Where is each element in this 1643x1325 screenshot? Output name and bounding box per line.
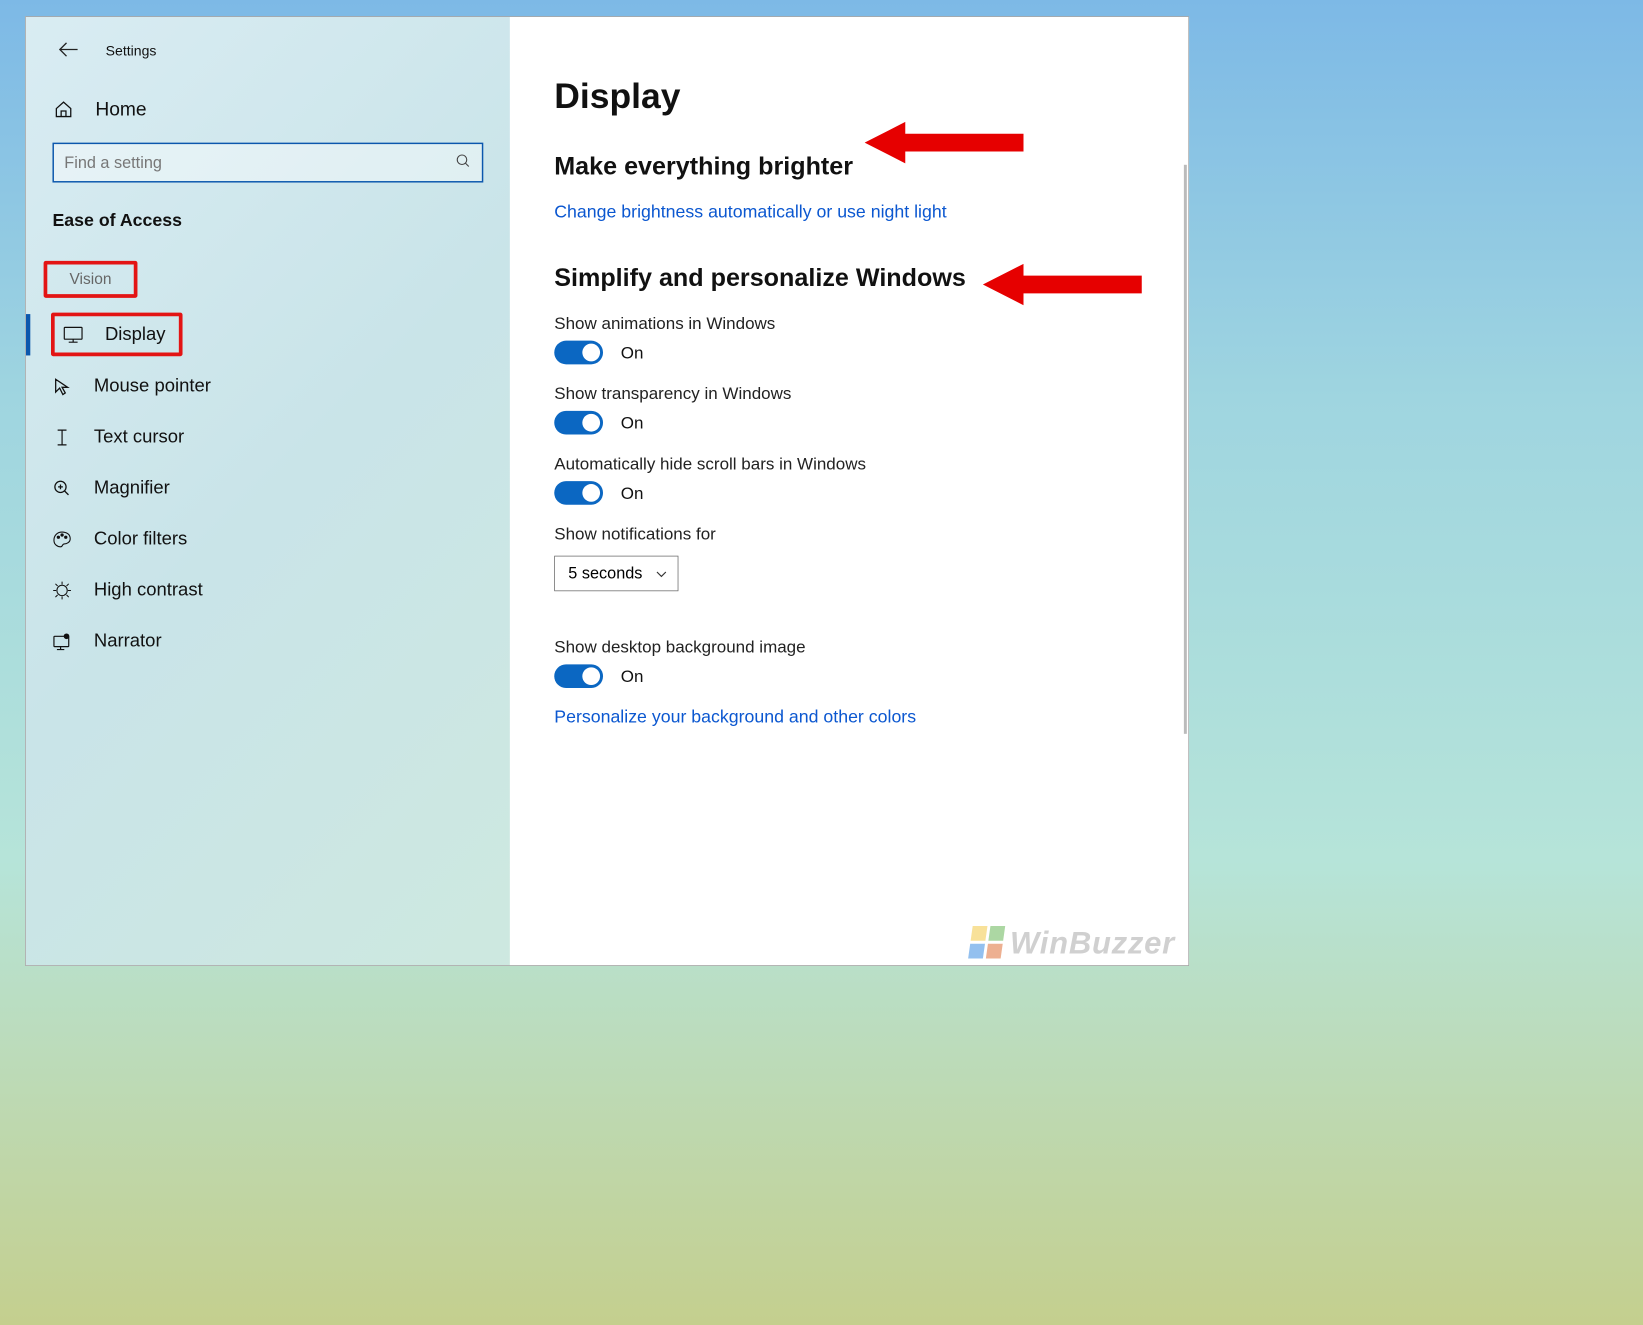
watermark-logo-icon (968, 926, 1007, 960)
watermark-text: WinBuzzer (1010, 925, 1175, 960)
sidebar-item-narrator[interactable]: Narrator (26, 616, 510, 667)
settings-group-title: Ease of Access (26, 205, 510, 261)
back-arrow-icon (57, 41, 79, 59)
section-brightness-heading: Make everything brighter (554, 152, 1144, 181)
toggle-state: On (621, 666, 644, 686)
narrator-icon (51, 631, 73, 650)
select-value: 5 seconds (568, 564, 642, 583)
label-hide-scrollbars: Automatically hide scroll bars in Window… (554, 454, 1144, 474)
sidebar-item-label: High contrast (94, 579, 488, 600)
sidebar-item-text-cursor[interactable]: Text cursor (26, 412, 510, 463)
link-personalize-colors[interactable]: Personalize your background and other co… (554, 707, 1144, 728)
toggle-show-transparency[interactable] (554, 411, 603, 435)
magnifier-icon (51, 479, 73, 498)
search-input-wrapper[interactable] (52, 143, 483, 183)
label-desktop-bg: Show desktop background image (554, 637, 1144, 657)
select-notification-duration[interactable]: 5 seconds (554, 556, 678, 591)
back-button[interactable] (57, 41, 79, 62)
toggle-state: On (621, 413, 644, 433)
sidebar-item-high-contrast[interactable]: High contrast (26, 565, 510, 616)
toggle-desktop-bg[interactable] (554, 664, 603, 688)
toggle-state: On (621, 483, 644, 503)
watermark: WinBuzzer (970, 925, 1175, 960)
text-cursor-icon (51, 427, 73, 448)
search-icon (455, 153, 471, 173)
toggle-hide-scrollbars[interactable] (554, 481, 603, 505)
home-icon (52, 99, 74, 118)
contrast-icon (51, 580, 73, 601)
palette-icon (51, 529, 73, 548)
page-title: Display (554, 76, 1144, 117)
annotation-arrow (983, 255, 1146, 318)
sidebar-item-label: Narrator (94, 630, 488, 651)
home-label: Home (95, 98, 146, 121)
toggle-state: On (621, 343, 644, 363)
label-notifications-for: Show notifications for (554, 524, 1144, 544)
scrollbar[interactable] (1184, 165, 1187, 734)
home-nav[interactable]: Home (26, 87, 510, 139)
sidebar-item-mouse-pointer[interactable]: Mouse pointer (26, 361, 510, 412)
monitor-icon (62, 325, 84, 344)
sidebar-item-label: Magnifier (94, 477, 488, 498)
sidebar-item-display[interactable]: Display (26, 308, 510, 360)
annotation-arrow (865, 113, 1028, 176)
sidebar-item-label: Text cursor (94, 426, 488, 447)
search-input[interactable] (64, 153, 455, 172)
sidebar-item-magnifier[interactable]: Magnifier (26, 463, 510, 514)
chevron-down-icon (656, 564, 668, 583)
sidebar-item-label: Color filters (94, 528, 488, 549)
settings-window: Settings Home Ease of Access Vision (25, 16, 1189, 966)
mouse-icon (51, 377, 73, 396)
sidebar-item-color-filters[interactable]: Color filters (26, 514, 510, 565)
window-title: Settings (106, 43, 157, 59)
toggle-show-animations[interactable] (554, 341, 603, 365)
category-vision: Vision (44, 261, 138, 298)
label-show-transparency: Show transparency in Windows (554, 384, 1144, 404)
link-brightness-night-light[interactable]: Change brightness automatically or use n… (554, 202, 1144, 223)
main-content: Display Make everything brighter Change … (510, 17, 1188, 965)
sidebar: Settings Home Ease of Access Vision (26, 17, 510, 965)
sidebar-item-label: Mouse pointer (94, 375, 488, 396)
sidebar-item-label: Display (105, 324, 166, 345)
